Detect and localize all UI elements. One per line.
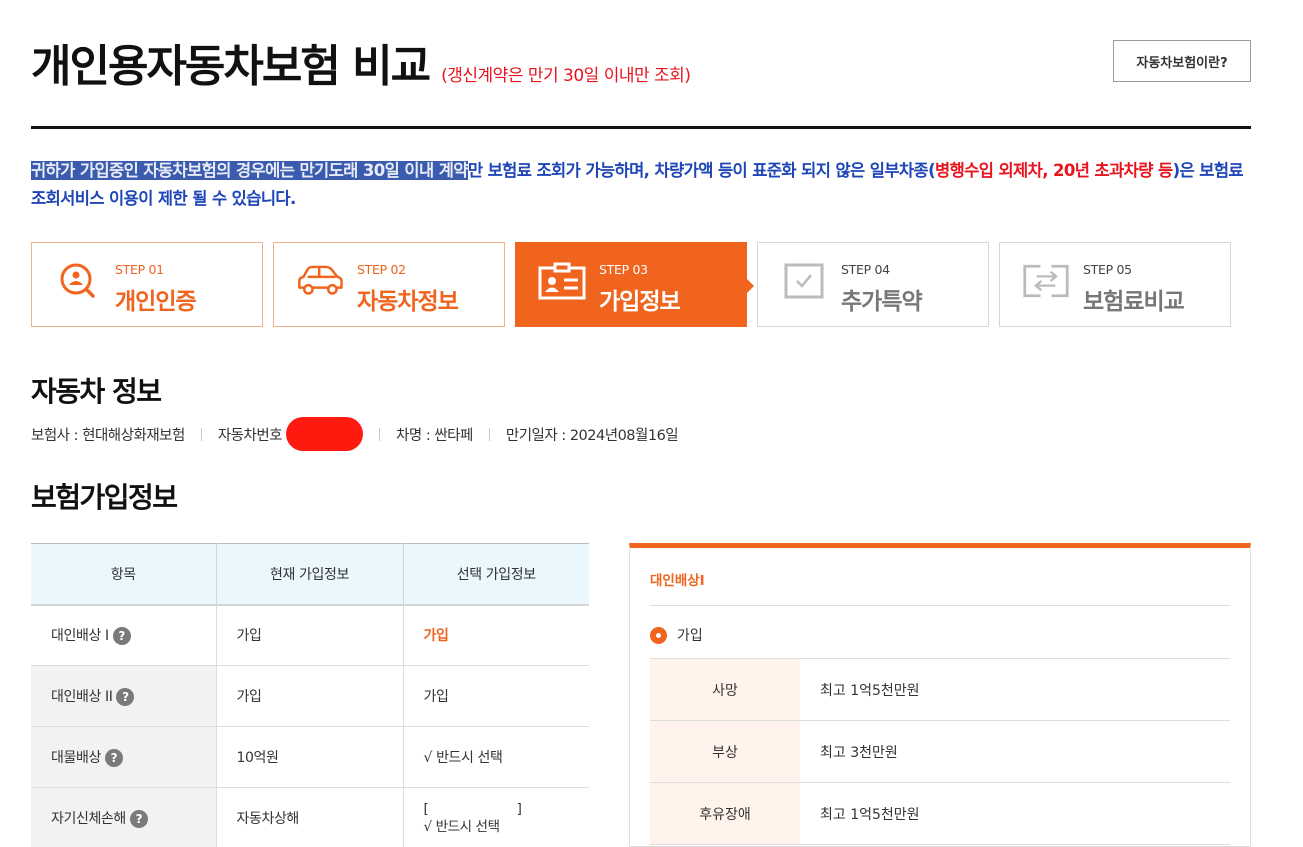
active-step-arrow — [746, 278, 754, 294]
column-header: 선택 가입정보 — [403, 543, 589, 606]
row-current: 가입 — [216, 665, 404, 727]
step-4[interactable]: STEP 04 추가특약 — [757, 242, 989, 327]
table-row[interactable]: 대인배상 II? 가입 가입 — [31, 665, 589, 727]
table-row[interactable]: 자기신체손해? 자동차상해 [] √ 반드시 선택 — [31, 787, 589, 847]
step-number: STEP 04 — [841, 262, 890, 277]
car-info-row: 보험사 : 현대해상화재보험 자동차번호 차명 : 싼타페 만기일자 : 202… — [31, 417, 679, 451]
row-selected[interactable]: [] √ 반드시 선택 — [403, 787, 589, 847]
divider — [379, 427, 381, 441]
detail-row: 후유장애 최고 1억5천만원 — [650, 783, 1230, 845]
person-search-icon — [54, 261, 102, 301]
detail-value: 최고 1억5천만원 — [820, 806, 920, 823]
page-title: 개인용자동차보험 비교 — [31, 41, 431, 92]
step-1[interactable]: STEP 01 개인인증 — [31, 242, 263, 327]
car-name-text: 차명 : 싼타페 — [396, 427, 473, 444]
detail-key: 후유장애 — [650, 783, 800, 844]
detail-row: 부상 최고 3천만원 — [650, 721, 1230, 783]
help-icon[interactable]: ? — [129, 810, 148, 828]
step-number: STEP 01 — [115, 262, 164, 277]
table-row[interactable]: 대물배상? 10억원 √ 반드시 선택 — [31, 726, 589, 788]
step-name: 개인인증 — [115, 289, 197, 315]
expiry-text: 만기일자 : 2024년08월16일 — [505, 427, 679, 444]
row-selected[interactable]: 가입 — [403, 604, 589, 666]
step-3[interactable]: STEP 03 가입정보 — [515, 242, 754, 327]
join-radio[interactable]: 가입 — [650, 625, 703, 645]
notice-text: 귀하가 가입중인 자동차보험의 경우에는 만기도래 30일 이내 계약만 보험료… — [31, 157, 1251, 213]
step-number: STEP 03 — [599, 262, 648, 277]
radio-label: 가입 — [677, 628, 703, 644]
car-icon — [296, 261, 344, 301]
title-divider — [31, 126, 1251, 129]
row-item: 대인배상 II? — [31, 665, 217, 727]
detail-key: 사망 — [650, 659, 800, 720]
row-current: 자동차상해 — [216, 787, 404, 847]
step-indicator: STEP 01 개인인증 STEP 02 자동차정보 STEP 03 가입정보 … — [31, 242, 1241, 327]
step-2[interactable]: STEP 02 자동차정보 — [273, 242, 505, 327]
insurer-text: 보험사 : 현대해상화재보험 — [31, 427, 185, 444]
panel-title: 대인배상I — [650, 573, 705, 589]
coverage-table: 항목 현재 가입정보 선택 가입정보 대인배상 I? 가입 가입 대인배상 II… — [31, 543, 589, 847]
help-icon[interactable]: ? — [112, 627, 131, 646]
plate-label: 자동차번호 — [217, 427, 283, 444]
id-card-icon — [538, 261, 586, 301]
column-header: 항목 — [31, 543, 217, 606]
coverage-detail-panel: 대인배상I 가입 사망 최고 1억5천만원 부상 최고 3천만원 후유장애 최고… — [629, 543, 1251, 847]
step-number: STEP 05 — [1083, 262, 1132, 277]
row-item: 자기신체손해? — [31, 787, 217, 847]
divider — [650, 605, 1230, 606]
notice-highlighted: 귀하가 가입중인 자동차보험의 경우에는 만기도래 30일 이내 계약 — [31, 161, 468, 180]
step-5[interactable]: STEP 05 보험료비교 — [999, 242, 1231, 327]
table-row[interactable]: 대인배상 I? 가입 가입 — [31, 604, 589, 666]
help-icon[interactable]: ? — [104, 749, 123, 767]
checkbox-icon — [780, 261, 828, 301]
divider — [200, 427, 202, 441]
page-subtitle: (갱신계약은 만기 30일 이내만 조회) — [441, 66, 691, 86]
notice-part2: 만 보험료 조회가 가능하며, 차량가액 등이 표준화 되지 않은 일부차종( — [467, 161, 936, 180]
detail-row: 사망 최고 1억5천만원 — [650, 659, 1230, 721]
about-car-insurance-button[interactable]: 자동차보험이란? — [1113, 40, 1251, 82]
divider — [488, 427, 490, 441]
step-number: STEP 02 — [357, 262, 406, 277]
step-name: 보험료비교 — [1083, 289, 1185, 315]
page-title-group: 개인용자동차보험 비교 (갱신계약은 만기 30일 이내만 조회) — [31, 30, 691, 94]
column-header: 현재 가입정보 — [216, 543, 404, 606]
help-icon[interactable]: ? — [116, 688, 135, 706]
step-name: 자동차정보 — [357, 289, 459, 315]
row-selected[interactable]: √ 반드시 선택 — [403, 726, 589, 788]
step-name: 가입정보 — [599, 289, 681, 315]
detail-value: 최고 1억5천만원 — [820, 682, 920, 699]
row-selected[interactable]: 가입 — [403, 665, 589, 727]
radio-selected-icon[interactable] — [650, 626, 667, 644]
detail-key: 부상 — [650, 721, 800, 782]
row-item: 대물배상? — [31, 726, 217, 788]
row-current: 10억원 — [216, 726, 404, 788]
row-item: 대인배상 I? — [31, 604, 217, 666]
step-name: 추가특약 — [841, 289, 923, 315]
row-current: 가입 — [216, 604, 404, 666]
insurance-info-heading: 보험가입정보 — [31, 481, 178, 514]
compare-arrows-icon — [1022, 261, 1070, 301]
plate-redaction — [286, 417, 364, 451]
notice-red: 병행수입 외제차, 20년 초과차량 등 — [935, 161, 1173, 180]
detail-value: 최고 3천만원 — [820, 744, 898, 761]
car-info-heading: 자동차 정보 — [31, 375, 162, 408]
